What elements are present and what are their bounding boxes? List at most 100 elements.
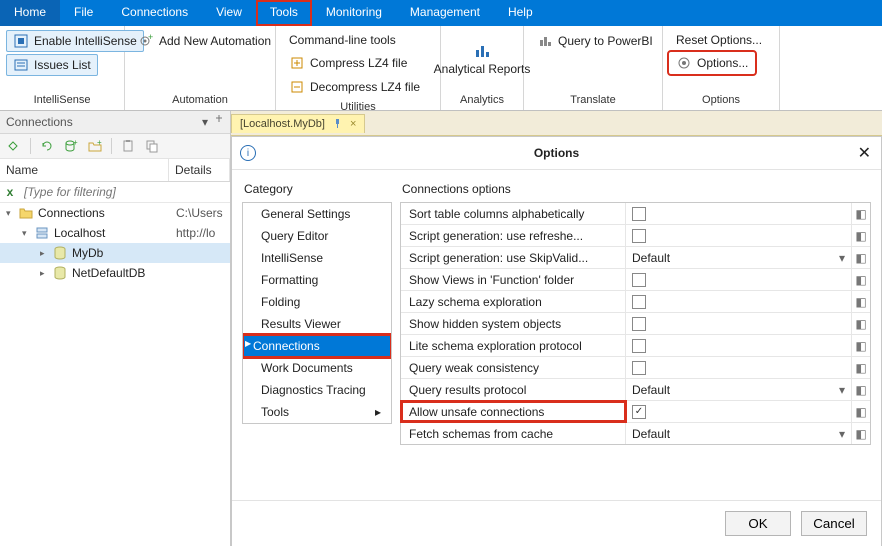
option-row[interactable]: Script generation: use SkipValid...Defau… [401, 247, 870, 269]
option-value-cell[interactable] [626, 357, 851, 378]
menu-home[interactable]: Home [0, 0, 60, 26]
category-item[interactable]: Query Editor [243, 225, 391, 247]
add-automation-button[interactable]: + Add New Automation [131, 30, 278, 52]
option-row[interactable]: Show Views in 'Function' folder◧ [401, 269, 870, 291]
decompress-lz4-button[interactable]: Decompress LZ4 file [282, 76, 427, 98]
filter-input[interactable] [20, 182, 230, 202]
option-reset-icon[interactable]: ◧ [851, 379, 870, 400]
menu-connections[interactable]: Connections [107, 0, 202, 26]
checkbox[interactable] [632, 317, 646, 331]
expand-icon[interactable]: ▸ [40, 268, 52, 279]
option-reset-icon[interactable]: ◧ [851, 335, 870, 356]
dropdown-icon[interactable]: ▾ [839, 383, 845, 397]
expand-icon[interactable]: ▸ [40, 248, 52, 259]
option-value-cell[interactable] [626, 269, 851, 290]
option-reset-icon[interactable]: ◧ [851, 313, 870, 334]
info-icon[interactable]: i [240, 145, 256, 161]
category-item[interactable]: Connections [243, 335, 391, 357]
option-value-cell[interactable]: Default▾ [626, 423, 851, 444]
tree[interactable]: ▾ConnectionsC:\Users▾Localhosthttp://lo▸… [0, 203, 230, 546]
option-reset-icon[interactable]: ◧ [851, 357, 870, 378]
checkbox[interactable] [632, 207, 646, 221]
expand-icon[interactable]: ▾ [22, 228, 34, 239]
option-row[interactable]: Allow unsafe connections✓◧ [401, 401, 870, 423]
menu-view[interactable]: View [202, 0, 256, 26]
cancel-button[interactable]: Cancel [801, 511, 867, 536]
menu-management[interactable]: Management [396, 0, 494, 26]
col-details[interactable]: Details [169, 159, 230, 181]
option-reset-icon[interactable]: ◧ [851, 247, 870, 268]
reset-options-button[interactable]: Reset Options... [669, 30, 769, 50]
dropdown-icon[interactable]: ▾ [839, 251, 845, 265]
option-value-cell[interactable] [626, 225, 851, 246]
cmdline-tools-button[interactable]: Command-line tools [282, 30, 403, 50]
category-item[interactable]: IntelliSense [243, 247, 391, 269]
compress-lz4-button[interactable]: Compress LZ4 file [282, 52, 414, 74]
document-tab[interactable]: [Localhost.MyDb] × [231, 114, 365, 133]
category-item[interactable]: Results Viewer [243, 313, 391, 335]
option-row[interactable]: Script generation: use refreshe...◧ [401, 225, 870, 247]
issues-list-button[interactable]: Issues List [6, 54, 98, 76]
dropdown-icon[interactable]: ▾ [202, 115, 208, 129]
checkbox[interactable] [632, 295, 646, 309]
tree-row[interactable]: ▾ConnectionsC:\Users [0, 203, 230, 223]
option-row[interactable]: Show hidden system objects◧ [401, 313, 870, 335]
option-value-cell[interactable]: ✓ [626, 401, 851, 422]
expand-icon[interactable]: ▾ [6, 208, 18, 219]
menu-help[interactable]: Help [494, 0, 547, 26]
checkbox[interactable] [632, 339, 646, 353]
dropdown-icon[interactable]: ▾ [839, 427, 845, 441]
tree-row[interactable]: ▾Localhosthttp://lo [0, 223, 230, 243]
analytical-reports-button[interactable]: Analytical Reports [447, 27, 517, 91]
category-item[interactable]: General Settings [243, 203, 391, 225]
pin-icon[interactable] [214, 115, 224, 129]
ok-button[interactable]: OK [725, 511, 791, 536]
checkbox[interactable] [632, 273, 646, 287]
option-value-cell[interactable] [626, 313, 851, 334]
checkbox[interactable]: ✓ [632, 405, 646, 419]
option-value-cell[interactable]: Default▾ [626, 379, 851, 400]
menu-file[interactable]: File [60, 0, 107, 26]
checkbox[interactable] [632, 361, 646, 375]
option-row[interactable]: Sort table columns alphabetically◧ [401, 203, 870, 225]
enable-intellisense-button[interactable]: Enable IntelliSense [6, 30, 144, 52]
add-db-icon[interactable]: + [63, 138, 79, 154]
close-icon[interactable]: × [350, 118, 356, 130]
new-connection-icon[interactable] [6, 138, 22, 154]
copy-icon[interactable] [144, 138, 160, 154]
tree-row[interactable]: ▸MyDb [0, 243, 230, 263]
category-item[interactable]: Formatting [243, 269, 391, 291]
query-to-powerbi-button[interactable]: Query to PowerBI [530, 30, 660, 52]
option-reset-icon[interactable]: ◧ [851, 401, 870, 422]
refresh-icon[interactable] [39, 138, 55, 154]
option-value-cell[interactable]: Default▾ [626, 247, 851, 268]
category-item[interactable]: Tools▸ [243, 401, 391, 423]
option-row[interactable]: Fetch schemas from cacheDefault▾◧ [401, 423, 870, 444]
option-reset-icon[interactable]: ◧ [851, 291, 870, 312]
option-row[interactable]: Query results protocolDefault▾◧ [401, 379, 870, 401]
option-value-cell[interactable] [626, 335, 851, 356]
category-item[interactable]: Diagnostics Tracing [243, 379, 391, 401]
checkbox[interactable] [632, 229, 646, 243]
options-button[interactable]: Options... [669, 52, 755, 74]
add-folder-icon[interactable]: + [87, 138, 103, 154]
category-item[interactable]: Folding [243, 291, 391, 313]
option-reset-icon[interactable]: ◧ [851, 269, 870, 290]
pin-icon[interactable] [333, 119, 342, 128]
menu-monitoring[interactable]: Monitoring [312, 0, 396, 26]
option-value-cell[interactable] [626, 291, 851, 312]
option-reset-icon[interactable]: ◧ [851, 203, 870, 224]
options-grid[interactable]: Sort table columns alphabetically◧Script… [400, 202, 871, 445]
category-list[interactable]: General SettingsQuery EditorIntelliSense… [242, 202, 392, 424]
col-name[interactable]: Name [0, 159, 169, 181]
tree-row[interactable]: ▸NetDefaultDB [0, 263, 230, 283]
option-reset-icon[interactable]: ◧ [851, 423, 870, 444]
category-item[interactable]: Work Documents [243, 357, 391, 379]
option-reset-icon[interactable]: ◧ [851, 225, 870, 246]
option-value-cell[interactable] [626, 203, 851, 224]
clipboard-icon[interactable] [120, 138, 136, 154]
menu-tools[interactable]: Tools [256, 0, 312, 26]
option-row[interactable]: Query weak consistency◧ [401, 357, 870, 379]
option-row[interactable]: Lite schema exploration protocol◧ [401, 335, 870, 357]
option-row[interactable]: Lazy schema exploration◧ [401, 291, 870, 313]
